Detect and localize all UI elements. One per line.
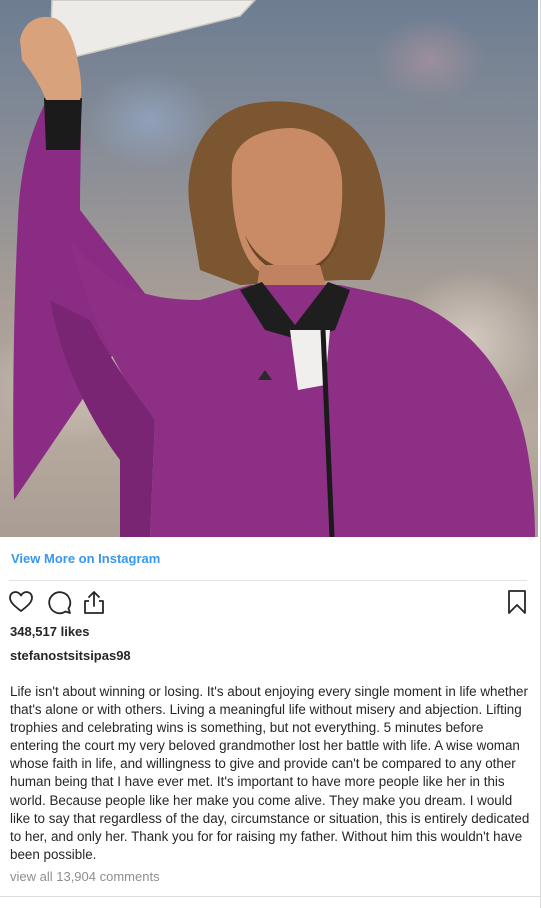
divider xyxy=(0,896,541,897)
comment-icon[interactable] xyxy=(46,589,72,615)
divider xyxy=(9,580,527,581)
heart-icon[interactable] xyxy=(8,589,34,615)
bookmark-icon[interactable] xyxy=(504,589,530,615)
post-photo[interactable] xyxy=(0,0,538,537)
view-all-comments-link[interactable]: view all 13,904 comments xyxy=(10,869,160,884)
post-author-username[interactable]: stefanostsitsipas98 xyxy=(10,648,131,663)
view-more-on-instagram-link[interactable]: View More on Instagram xyxy=(11,551,160,566)
post-caption: Life isn't about winning or losing. It's… xyxy=(10,684,530,862)
likes-count[interactable]: 348,517 likes xyxy=(10,624,90,639)
share-icon[interactable] xyxy=(81,589,107,615)
post-actions-bar xyxy=(8,589,528,615)
post-photo-illustration xyxy=(13,0,535,537)
instagram-embed-card: View More on Instagram 348,517 likes ste… xyxy=(0,0,541,908)
